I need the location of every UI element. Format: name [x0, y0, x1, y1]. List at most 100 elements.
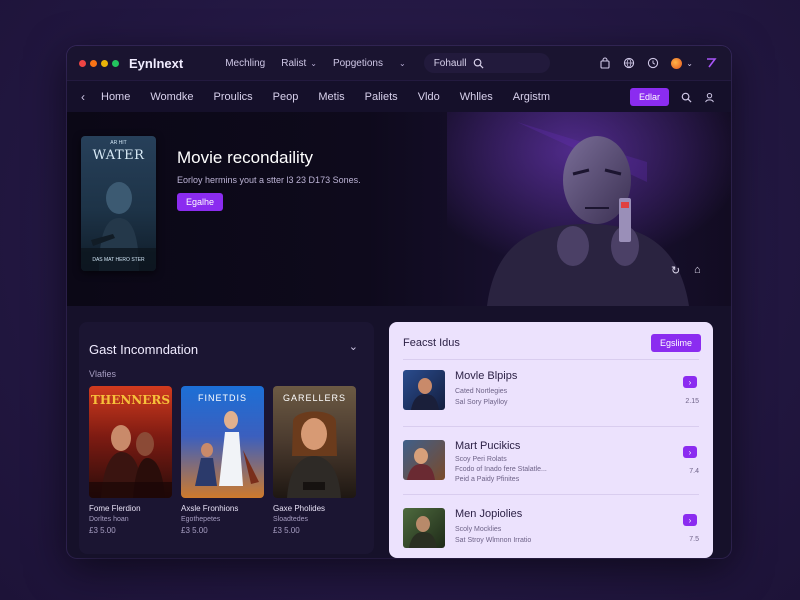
- brand-icon[interactable]: [705, 57, 717, 69]
- list-item-thumbnail: [403, 508, 445, 548]
- chevron-down-icon: ⌄: [686, 58, 693, 68]
- top-menu-item-3[interactable]: Popgetions: [333, 58, 383, 69]
- featured-panel: Feacst Idus Egslime Movle Blpips Cated N…: [389, 322, 713, 558]
- hero-poster[interactable]: AR HIT WATER DAS MAT HERO STER: [81, 136, 156, 271]
- window-dot-1[interactable]: [79, 59, 86, 67]
- movie-card-price: £3 5.00: [89, 526, 116, 535]
- nav-item-3[interactable]: Proulics: [214, 91, 253, 103]
- hero-subtitle: Eorloy hermins yout a stter l3 23 D173 S…: [177, 175, 361, 185]
- window-dot-2[interactable]: [90, 59, 97, 67]
- nav-item-8[interactable]: Whlles: [460, 91, 493, 103]
- list-item-number: 7.4: [689, 468, 699, 475]
- chevron-down-icon: ⌄: [398, 58, 406, 68]
- list-item-title: Men Jopiolies: [455, 508, 523, 520]
- movie-card-meta: Dorltes hoan: [89, 516, 129, 523]
- chevron-down-icon[interactable]: ⌄: [349, 340, 358, 353]
- list-item-thumbnail: [403, 370, 445, 410]
- hero-cta-button[interactable]: Egalhe: [177, 193, 224, 211]
- movie-card-title: Axsle Fronhions: [181, 504, 239, 513]
- movie-card-title: Fome Flerdion: [89, 504, 141, 513]
- bag-icon[interactable]: [599, 57, 611, 69]
- back-arrow-icon[interactable]: ‹: [81, 90, 85, 104]
- globe-icon[interactable]: [623, 57, 635, 69]
- hero-poster-tag: AR HIT: [110, 140, 127, 146]
- top-menu-item-2[interactable]: Ralist ⌄: [281, 58, 317, 69]
- nav-item-6[interactable]: Paliets: [365, 91, 398, 103]
- user-icon[interactable]: [704, 92, 715, 103]
- list-item-title: Movle Blpips: [455, 370, 518, 382]
- movie-card[interactable]: GARELLERS Gaxe Pholides Sloadtedes £3 5.…: [273, 386, 356, 535]
- poster-art: [89, 425, 172, 498]
- movie-card-meta: Sloadtedes: [273, 516, 309, 523]
- hero-title: Movie recondaility: [177, 148, 314, 167]
- avatar-icon: [671, 57, 683, 69]
- replay-icon[interactable]: ↻: [671, 264, 680, 277]
- nav-actions: Edlar: [629, 81, 715, 113]
- list-item-title: Mart Pucikics: [455, 440, 521, 452]
- window-controls: [79, 59, 119, 67]
- nav-item-9[interactable]: Argistm: [513, 91, 550, 103]
- search-bar[interactable]: Fohaull: [423, 53, 550, 73]
- nav-item-2[interactable]: Womdke: [150, 91, 193, 103]
- movie-poster: THENNERS: [89, 386, 172, 498]
- chevron-down-icon: ⌄: [310, 58, 317, 68]
- app-name: Eynlnext: [129, 55, 184, 71]
- arrow-right-icon[interactable]: ›: [683, 446, 697, 458]
- hero-poster-footer: DAS MAT HERO STER: [92, 257, 145, 263]
- list-item-line: Cated Nortlegies: [455, 388, 508, 395]
- movie-card[interactable]: THENNERS Fome Flerdion Dorltes hoan £3 5…: [89, 386, 172, 535]
- recommendation-panel: Gast Incomndation ⌄ Vlafies THENNERS Fom…: [79, 322, 374, 554]
- movie-poster: FINETDIS: [181, 386, 264, 498]
- edit-button[interactable]: Edlar: [629, 88, 669, 106]
- movie-card[interactable]: FINETDIS Axsle Fronhions Egothepetes £3 …: [181, 386, 264, 535]
- list-item[interactable]: Men Jopiolies Scoly Mocklies Sat Stroy W…: [389, 500, 713, 558]
- nav-bar: ‹ Home Womdke Proulics Peop Metis Paliet…: [67, 80, 731, 112]
- nav-item-7[interactable]: Vldo: [418, 91, 440, 103]
- list-item-line: Fcodo of Inado fere Stalatle...: [455, 466, 547, 473]
- nav-item-4[interactable]: Peop: [273, 91, 299, 103]
- thumbnail-art: [411, 378, 439, 410]
- list-item-line: Sat Stroy Wlmnon Irratio: [455, 537, 532, 544]
- movie-card-title: Gaxe Pholides: [273, 504, 326, 513]
- hero-banner: AR HIT WATER DAS MAT HERO STER Movie rec…: [67, 112, 731, 306]
- nav-item-home[interactable]: Home: [101, 91, 130, 103]
- divider: [403, 359, 699, 360]
- list-item[interactable]: Mart Pucikics Scoy Peri Rolats Fcodo of …: [389, 432, 713, 498]
- top-menu-item-4[interactable]: ⌄: [399, 59, 406, 68]
- list-item-number: 7.5: [689, 536, 699, 543]
- arrow-right-icon[interactable]: ›: [683, 376, 697, 388]
- home-icon[interactable]: ⌂: [694, 264, 701, 276]
- window-dot-3[interactable]: [101, 59, 108, 67]
- user-avatar[interactable]: ⌄: [671, 57, 693, 69]
- clock-icon[interactable]: [647, 57, 659, 69]
- nav-item-5[interactable]: Metis: [318, 91, 344, 103]
- divider: [403, 426, 699, 427]
- recommendation-subtitle: Vlafies: [89, 369, 117, 379]
- featured-action-button[interactable]: Egslime: [650, 334, 701, 352]
- list-item-number: 2.15: [685, 398, 699, 405]
- movie-card-price: £3 5.00: [273, 526, 300, 535]
- movie-card-price: £3 5.00: [181, 526, 208, 535]
- top-menu-item-1[interactable]: Mechling: [225, 58, 265, 69]
- arrow-right-icon[interactable]: ›: [683, 514, 697, 526]
- window-dot-4[interactable]: [112, 59, 119, 67]
- recommendation-title: Gast Incomndation: [89, 342, 199, 357]
- list-item-line: Scoly Mocklies: [455, 526, 502, 533]
- hero-character-image: [447, 112, 731, 306]
- search-label: Fohaull: [433, 57, 467, 69]
- divider: [403, 494, 699, 495]
- list-item[interactable]: Movle Blpips Cated Nortlegies Sal Sory P…: [389, 362, 713, 428]
- list-item-thumbnail: [403, 440, 445, 480]
- list-item-line: Peid a Paidy Pfinites: [455, 476, 520, 483]
- movie-poster: GARELLERS: [273, 386, 356, 498]
- search-icon[interactable]: [473, 58, 484, 69]
- title-bar-icons: ⌄: [599, 46, 717, 80]
- list-item-line: Scoy Peri Rolats: [455, 456, 507, 463]
- poster-art: [195, 411, 259, 486]
- top-menu: Mechling Ralist ⌄ Popgetions ⌄: [225, 58, 422, 69]
- hero-poster-title: WATER: [92, 148, 145, 163]
- list-item-line: Sal Sory Playlloy: [455, 399, 508, 406]
- search-icon[interactable]: [681, 92, 692, 103]
- app-window: Eynlnext Mechling Ralist ⌄ Popgetions ⌄ F…: [67, 46, 731, 558]
- movie-card-meta: Egothepetes: [181, 516, 221, 523]
